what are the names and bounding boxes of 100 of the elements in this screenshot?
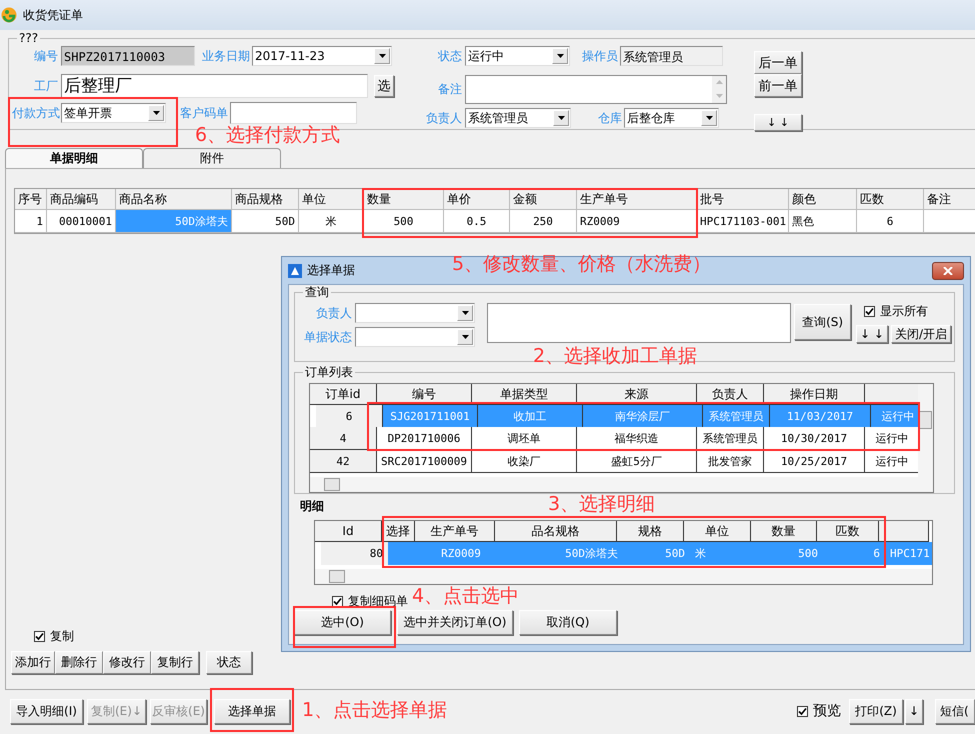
checkbox-label: 预览: [813, 702, 841, 720]
number-field[interactable]: SHPZ2017110003: [61, 46, 195, 66]
caret-icon: [706, 116, 712, 120]
dialog-title: 选择单据: [307, 262, 355, 279]
table-cell: 1: [15, 210, 47, 233]
status-dropdown[interactable]: [355, 327, 475, 347]
checkbox-label: 复制: [50, 628, 74, 645]
field-label: 备注: [437, 80, 463, 98]
copy-detail-checkbox[interactable]: [332, 596, 343, 606]
table-cell: 批发管家: [697, 450, 764, 473]
field-label: 状态: [437, 48, 463, 64]
table-cell: 50D: [232, 210, 299, 233]
table-cell: [388, 542, 421, 565]
customer-code-field[interactable]: [230, 102, 357, 124]
row-action-button[interactable]: 添加行: [11, 651, 55, 674]
table-cell: HPC171103-001: [697, 210, 789, 233]
caret-icon: [556, 54, 564, 58]
nav-button[interactable]: 后一单: [754, 51, 802, 74]
print-button[interactable]: 短信(: [935, 698, 975, 724]
app-logo-icon: [1, 7, 17, 23]
annotation-text: 1、点击选择单据: [302, 698, 448, 722]
warehouse-dropdown[interactable]: 后整仓库: [624, 108, 719, 128]
column-header: Id: [315, 521, 382, 542]
column-header: 颜色: [789, 189, 857, 210]
table-cell: SJG201711001: [383, 405, 478, 428]
field-label: 编号: [33, 48, 59, 64]
column-header: 单位: [299, 189, 364, 210]
search-field[interactable]: [487, 303, 792, 343]
date-dropdown[interactable]: 2017-11-23: [252, 46, 392, 66]
caret-icon: [462, 311, 468, 315]
column-header: 数量: [751, 521, 817, 542]
table-cell: 6: [316, 405, 383, 428]
table-cell: 42: [310, 450, 377, 473]
detail-row[interactable]: 80 RZ0009 50D涂塔夫 50D 米 500 6 HPC171: [321, 542, 932, 564]
checkbox-label: 显示所有: [880, 303, 928, 320]
remark-field[interactable]: [465, 74, 727, 104]
factory-field[interactable]: 后整理厂: [61, 74, 368, 98]
column-header: 来源: [577, 384, 697, 405]
close-button[interactable]: [932, 262, 964, 280]
column-header: 匹数: [857, 189, 924, 210]
dialog-button[interactable]: 选中并关闭订单(O): [397, 610, 513, 635]
table-cell: 500: [364, 210, 444, 233]
column-header: 选择: [382, 521, 415, 542]
dialog-button[interactable]: 选中(O): [294, 610, 391, 635]
scrollbar[interactable]: [310, 477, 933, 492]
column-header: 订单id: [310, 384, 377, 405]
table-cell: 收加工: [478, 405, 583, 428]
nav-button[interactable]: ↓ ↓: [754, 114, 802, 131]
print-button[interactable]: ↓: [905, 698, 923, 724]
nav-button[interactable]: 前一单: [754, 74, 802, 97]
table-cell: 80: [321, 542, 388, 565]
table-cell: 盛虹5分厂: [577, 450, 697, 473]
select-button[interactable]: 选: [374, 75, 394, 97]
print-button[interactable]: 打印(Z): [849, 698, 903, 724]
caret-icon: [378, 54, 386, 58]
table-cell: 00010001: [47, 210, 116, 233]
column-header: 单价: [444, 189, 510, 210]
copy-checkbox[interactable]: [34, 631, 45, 642]
table-cell: 6: [823, 542, 885, 565]
field-label: 工厂: [33, 78, 59, 94]
show-all-checkbox[interactable]: [864, 306, 876, 317]
search-button[interactable]: 查询(S): [794, 304, 852, 340]
field-label: 操作员: [582, 48, 618, 64]
column-header: 批号: [697, 189, 789, 210]
column-header: 品名规格: [495, 521, 617, 542]
payment-dropdown[interactable]: 签单开票: [61, 103, 166, 123]
toggle-button[interactable]: 关闭/开启: [890, 325, 951, 343]
app-logo-icon: [288, 264, 302, 278]
scroll-arrows-icon: [716, 79, 722, 99]
annotation-text: 6、选择付款方式: [195, 123, 340, 147]
table-cell: SRC2017100009: [377, 450, 472, 473]
row-action-button[interactable]: 删除行: [55, 651, 103, 674]
table-cell: 0.5: [444, 210, 510, 233]
column-header: 生产单号: [415, 521, 495, 542]
field-label: 客户码单: [180, 104, 228, 122]
annotation-text: 3、选择明细: [548, 492, 656, 516]
scrollbar[interactable]: [918, 384, 933, 477]
tab[interactable]: 附件: [143, 148, 281, 168]
expand-button[interactable]: ↓ ↓: [856, 325, 888, 343]
dialog-button[interactable]: 取消(Q): [519, 610, 617, 635]
order-row[interactable]: 4 DP201710006 调坯单 福华织造 系统管理员 10/30/2017 运行中: [310, 427, 920, 450]
order-row[interactable]: 42 SRC2017100009 收染厂 盛虹5分厂 批发管家 10/25/2017 运行中: [310, 450, 920, 473]
status-dropdown[interactable]: 运行中: [465, 46, 570, 66]
toolbar-button[interactable]: 选择单据: [214, 698, 290, 724]
person-dropdown[interactable]: 系统管理员: [465, 108, 571, 128]
row-action-button[interactable]: 复制行: [151, 651, 199, 674]
table-cell: 系统管理员: [697, 427, 764, 450]
tab[interactable]: 单据明细: [5, 148, 143, 168]
scrollbar[interactable]: [315, 569, 932, 584]
order-row[interactable]: 6 SJG201711001 收加工 南华涂层厂 系统管理员 11/03/2017 运行中: [316, 405, 920, 427]
operator-field[interactable]: 系统管理员: [620, 46, 723, 66]
column-header: 金额: [510, 189, 577, 210]
row-action-button[interactable]: 修改行: [103, 651, 151, 674]
row-action-button[interactable]: 状态: [206, 651, 252, 674]
toolbar-button[interactable]: 导入明细(I): [10, 698, 83, 724]
preview-checkbox[interactable]: [797, 706, 808, 716]
table-cell: 50D: [623, 542, 690, 565]
person-dropdown[interactable]: [355, 303, 475, 323]
column-header: 单据类型: [472, 384, 577, 405]
group-label: 查询: [303, 285, 331, 299]
